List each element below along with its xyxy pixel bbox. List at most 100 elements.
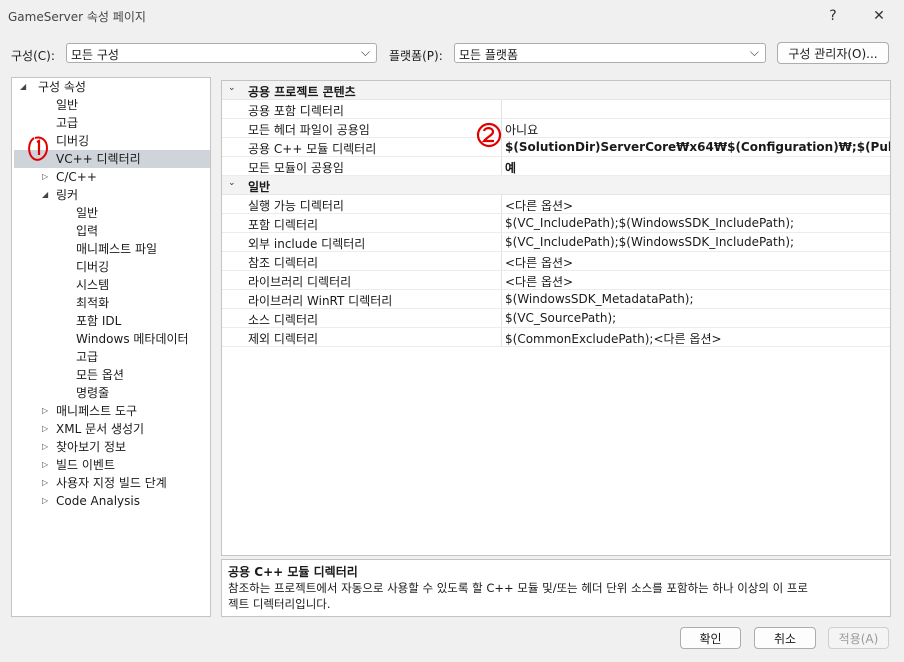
tree-item[interactable]: Code Analysis [56, 492, 140, 510]
property-row-public-module-dir[interactable]: 공용 C++ 모듈 디렉터리 $(SolutionDir)ServerCore₩… [222, 138, 890, 157]
property-value[interactable]: $(VC_IncludePath);$(WindowsSDK_IncludePa… [505, 216, 794, 230]
property-name: 공용 C++ 모듈 디렉터리 [248, 142, 377, 156]
property-name: 소스 디렉터리 [248, 313, 319, 327]
platform-value: 모든 플랫폼 [459, 48, 519, 62]
expand-right-icon[interactable]: ▷ [42, 456, 48, 474]
property-name: 실행 가능 디렉터리 [248, 199, 344, 213]
tree-item[interactable]: 포함 IDL [76, 312, 121, 330]
chevron-down-icon: ⌵ [749, 45, 759, 59]
property-name: 모든 헤더 파일이 공용임 [248, 123, 370, 137]
property-value[interactable]: $(SolutionDir)ServerCore₩x64₩$(Configura… [505, 140, 890, 154]
tree-item[interactable]: C/C++ [56, 168, 97, 186]
property-name: 참조 디렉터리 [248, 256, 319, 270]
property-value[interactable]: <다른 옵션> [505, 254, 573, 271]
property-row[interactable]: 외부 include 디렉터리 $(VC_IncludePath);$(Wind… [222, 233, 890, 252]
expand-right-icon[interactable]: ▷ [42, 438, 48, 456]
cancel-button[interactable]: 취소 [754, 627, 816, 649]
property-row[interactable]: 참조 디렉터리 <다른 옵션> [222, 252, 890, 271]
property-row[interactable]: 라이브러리 디렉터리 <다른 옵션> [222, 271, 890, 290]
category-label: 일반 [248, 180, 271, 194]
tree-item[interactable]: Windows 메타데이터 [76, 330, 189, 348]
tree-item[interactable]: 고급 [76, 348, 98, 366]
property-row[interactable]: 소스 디렉터리 $(VC_SourcePath); [222, 309, 890, 328]
tree-item[interactable]: XML 문서 생성기 [56, 420, 144, 438]
tree-item[interactable]: 디버깅 [56, 132, 89, 150]
platform-select[interactable]: 모든 플랫폼 ⌵ [454, 43, 766, 63]
tree-item[interactable]: 최적화 [76, 294, 109, 312]
property-value[interactable]: <다른 옵션> [505, 273, 573, 290]
platform-label: 플랫폼(P): [389, 49, 443, 63]
property-value[interactable]: $(CommonExcludePath);<다른 옵션> [505, 330, 722, 347]
config-manager-button[interactable]: 구성 관리자(O)... [777, 42, 889, 64]
description-panel: 공용 C++ 모듈 디렉터리 참조하는 프로젝트에서 자동으로 사용할 수 있도… [221, 559, 891, 617]
property-name: 라이브러리 WinRT 디렉터리 [248, 294, 393, 308]
window-title: GameServer 속성 페이지 [8, 10, 146, 24]
property-row[interactable]: 포함 디렉터리 $(VC_IncludePath);$(WindowsSDK_I… [222, 214, 890, 233]
expand-right-icon[interactable]: ▷ [42, 420, 48, 438]
tree-item[interactable]: 모든 옵션 [76, 366, 124, 384]
description-title: 공용 C++ 모듈 디렉터리 [228, 565, 358, 579]
tree-item[interactable]: 매니페스트 도구 [56, 402, 137, 420]
expand-right-icon[interactable]: ▷ [42, 492, 48, 510]
expand-right-icon[interactable]: ▷ [42, 168, 48, 186]
property-name: 포함 디렉터리 [248, 218, 319, 232]
help-button[interactable]: ? [820, 4, 846, 28]
expand-right-icon[interactable]: ▷ [42, 474, 48, 492]
tree-item[interactable]: 디버깅 [76, 258, 109, 276]
property-row[interactable]: 공용 포함 디렉터리 [222, 100, 890, 119]
property-name: 라이브러리 디렉터리 [248, 275, 352, 289]
config-value: 모든 구성 [71, 48, 119, 62]
tree-item[interactable]: 찾아보기 정보 [56, 438, 126, 456]
annotation-circle-1 [28, 136, 49, 161]
tree-item[interactable]: 입력 [76, 222, 98, 240]
expand-down-icon[interactable]: ◢ [20, 78, 26, 96]
close-button[interactable]: ✕ [866, 4, 892, 28]
description-text: 참조하는 프로젝트에서 자동으로 사용할 수 있도록 할 C++ 모듈 및/또는… [228, 581, 808, 595]
property-name: 제외 디렉터리 [248, 332, 319, 346]
property-grid: ⌄ 공용 프로젝트 콘텐츠 공용 포함 디렉터리 모든 헤더 파일이 공용임 아… [221, 80, 891, 556]
close-icon: ✕ [873, 8, 885, 24]
tree-item-vc-directories[interactable]: VC++ 디렉터리 [56, 150, 141, 168]
tree-item[interactable]: 링커 [56, 186, 78, 204]
tree-item[interactable]: 고급 [56, 114, 78, 132]
property-row[interactable]: 라이브러리 WinRT 디렉터리 $(WindowsSDK_MetadataPa… [222, 290, 890, 309]
title-bar: GameServer 속성 페이지 ? ✕ [0, 0, 904, 32]
expand-down-icon[interactable]: ◢ [42, 186, 48, 204]
chevron-down-icon: ⌵ [360, 45, 370, 59]
property-name: 공용 포함 디렉터리 [248, 104, 344, 118]
property-row[interactable]: 제외 디렉터리 $(CommonExcludePath);<다른 옵션> [222, 328, 890, 347]
property-value[interactable]: $(VC_SourcePath); [505, 311, 616, 325]
property-name: 외부 include 디렉터리 [248, 237, 366, 251]
description-text-2: 젝트 디렉터리입니다. [228, 597, 331, 611]
property-row[interactable]: 실행 가능 디렉터리 <다른 옵션> [222, 195, 890, 214]
property-row[interactable]: 모든 모듈이 공용임 예 [222, 157, 890, 176]
help-icon: ? [829, 8, 837, 24]
tree-item[interactable]: 명령줄 [76, 384, 109, 402]
config-select[interactable]: 모든 구성 ⌵ [66, 43, 377, 63]
category-general[interactable]: ⌄ 일반 [222, 176, 890, 195]
property-name: 모든 모듈이 공용임 [248, 161, 344, 175]
property-value[interactable]: $(VC_IncludePath);$(WindowsSDK_IncludePa… [505, 235, 794, 249]
property-value[interactable]: $(WindowsSDK_MetadataPath); [505, 292, 694, 306]
tree-item[interactable]: 시스템 [76, 276, 109, 294]
apply-button[interactable]: 적용(A) [828, 627, 889, 649]
annotation-circle-2 [476, 122, 502, 148]
property-row[interactable]: 모든 헤더 파일이 공용임 아니요 [222, 119, 890, 138]
config-label: 구성(C): [11, 49, 55, 63]
property-value[interactable]: 예 [505, 159, 516, 176]
collapse-icon[interactable]: ⌄ [228, 178, 236, 188]
category-label: 공용 프로젝트 콘텐츠 [248, 85, 356, 99]
collapse-icon[interactable]: ⌄ [228, 83, 236, 93]
tree-item[interactable]: 빌드 이벤트 [56, 456, 115, 474]
property-value[interactable]: 아니요 [505, 121, 538, 138]
expand-right-icon[interactable]: ▷ [42, 402, 48, 420]
tree-item[interactable]: 사용자 지정 빌드 단계 [56, 474, 167, 492]
tree-item[interactable]: 일반 [56, 96, 78, 114]
tree-root[interactable]: 구성 속성 [38, 78, 86, 96]
category-public-content[interactable]: ⌄ 공용 프로젝트 콘텐츠 [222, 81, 890, 100]
property-value[interactable]: <다른 옵션> [505, 197, 573, 214]
ok-button[interactable]: 확인 [680, 627, 741, 649]
tree-panel: ◢ 구성 속성 일반 고급 디버깅 VC++ 디렉터리 ▷ C/C++ ◢ 링커… [11, 77, 211, 617]
tree-item[interactable]: 매니페스트 파일 [76, 240, 157, 258]
tree-item[interactable]: 일반 [76, 204, 98, 222]
